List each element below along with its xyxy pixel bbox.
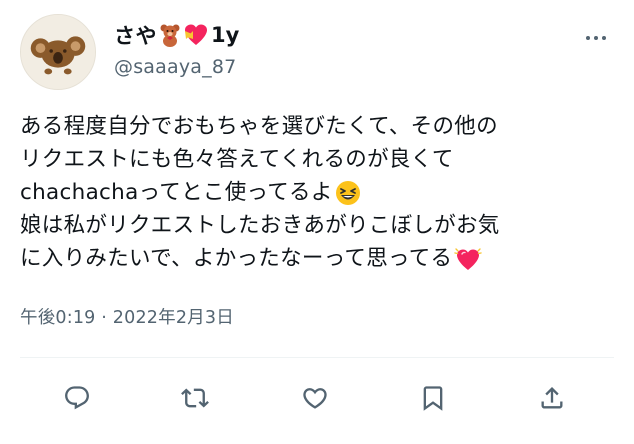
share-icon [541,387,563,409]
author-handle[interactable]: @saaaya_87 [114,56,236,78]
bookmark-button[interactable] [409,374,457,422]
author-name-row[interactable]: さや 1y [114,20,239,50]
tweet-text-line: ある程度自分でおもちゃを選びたくて、その他の [20,110,620,143]
share-button[interactable] [528,374,576,422]
tweet-timestamp[interactable]: 午後0:19 · 2022年2月3日 [20,304,234,329]
tweet-text-line: 娘は私がリクエストしたおきあがりこぼしがお気 [20,209,620,242]
tweet-text-line: chachachaってとこ使ってるよ [20,176,620,209]
bookmark-icon [423,386,443,411]
tweet-actions [20,374,614,422]
tweet-card: さや 1y @saaaya_87 ある程度自分でおもちゃを選びたくて、その他の … [0,0,634,444]
tweet-text-segment: ある程度自分でおもちゃを選びたくて、その他の [20,114,498,139]
tweet-text-line: リクエストにも色々答えてくれるのが良くて [20,143,620,176]
retweet-button[interactable] [171,374,219,422]
avatar[interactable] [20,14,96,90]
tweet-text: ある程度自分でおもちゃを選びたくて、その他の リクエストにも色々答えてくれるのが… [20,110,620,275]
tweet-text-segment: リクエストにも色々答えてくれるのが良くて [20,147,454,172]
display-name[interactable]: さや [114,20,157,50]
heart-with-ribbon-icon [183,23,209,47]
teddy-bear-icon [159,23,181,47]
display-name-suffix[interactable]: 1y [211,23,239,47]
divider [20,357,614,358]
tweet-text-line: に入りみたいで、よかったなーって思ってる [20,242,620,275]
heart-icon [303,388,327,409]
tweet-text-segment: chachachaってとこ使ってるよ [20,180,333,205]
retweet-icon [181,388,209,408]
reply-icon [65,386,89,410]
tweet-text-segment: に入りみたいで、よかったなーって思ってる [20,246,453,271]
more-options-icon[interactable] [581,28,611,48]
koala-avatar-image [21,15,95,89]
like-button[interactable] [291,374,339,422]
reply-button[interactable] [53,374,101,422]
tweet-text-segment: 娘は私がリクエストしたおきあがりこぼしがお気 [20,213,500,238]
beating-heart-icon [454,246,483,272]
grinning-squinting-face-icon [335,180,361,206]
